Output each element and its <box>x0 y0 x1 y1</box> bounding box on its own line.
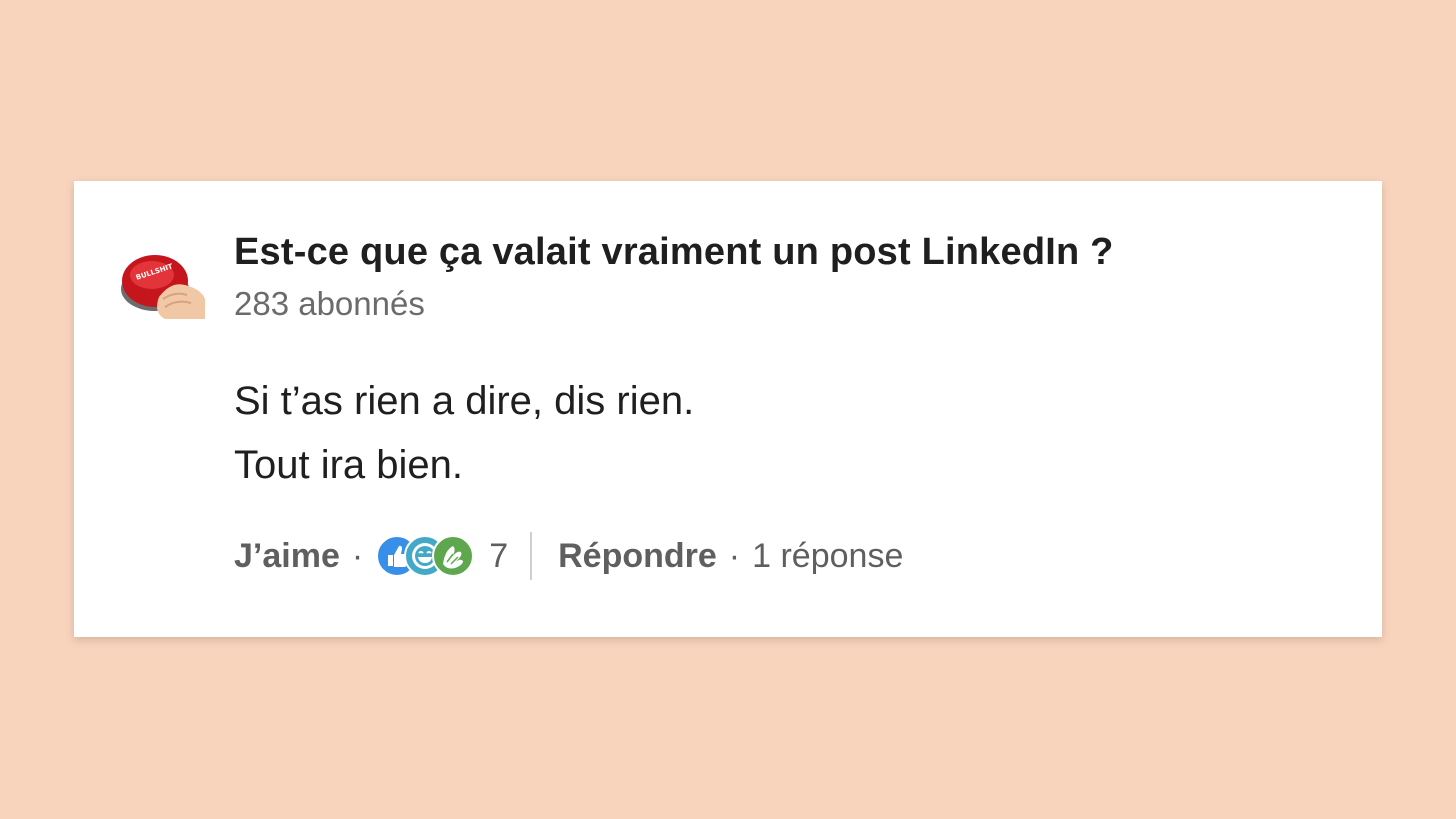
separator-dot: · <box>728 536 741 575</box>
reactions-summary[interactable] <box>375 534 475 578</box>
action-divider <box>530 532 533 580</box>
like-button[interactable]: J’aime <box>234 537 340 576</box>
comment-actions: J’aime · 7 Répondre · 1 réponse <box>234 531 903 581</box>
red-button-avatar-icon: BULLSHIT <box>121 255 205 319</box>
author-name[interactable]: Est-ce que ça valait vraiment un post Li… <box>234 231 1114 274</box>
reaction-count[interactable]: 7 <box>489 537 508 576</box>
avatar[interactable]: BULLSHIT <box>119 237 207 321</box>
follower-count: 283 abonnés <box>234 285 425 322</box>
separator-dot: · <box>351 536 364 575</box>
celebrate-reaction-icon <box>432 535 475 577</box>
reply-button[interactable]: Répondre <box>558 537 717 576</box>
comment-text: Si t’as rien a dire, dis rien. Tout ira … <box>234 369 694 497</box>
comment-line: Si t’as rien a dire, dis rien. <box>234 379 695 423</box>
reply-count-link[interactable]: 1 réponse <box>752 537 903 576</box>
comment-card: BULLSHIT Est-ce que ça valait vraiment u… <box>74 181 1382 637</box>
comment-line: Tout ira bien. <box>234 443 464 487</box>
